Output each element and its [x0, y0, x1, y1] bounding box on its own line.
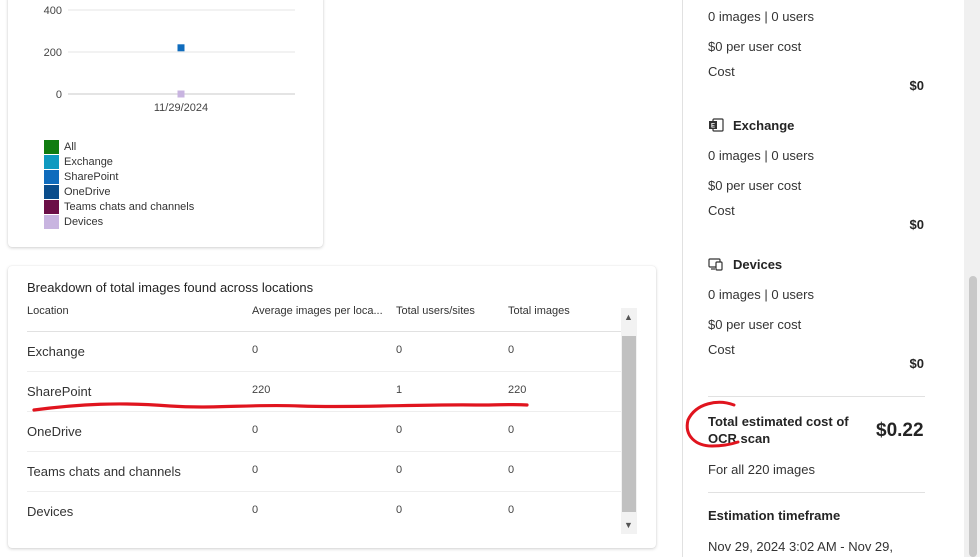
chart-legend: All Exchange SharePoint OneDrive Teams c… [44, 139, 194, 229]
y-tick-label: 200 [44, 47, 62, 59]
row-location: OneDrive [27, 424, 82, 439]
x-tick-label: 11/29/2024 [154, 102, 208, 114]
y-tick-label: 0 [56, 89, 62, 101]
legend-item-sharepoint[interactable]: SharePoint [44, 169, 194, 184]
legend-swatch [44, 214, 59, 229]
table-row[interactable]: Exchange 0 0 0 [27, 331, 621, 372]
page-scrollbar[interactable] [964, 0, 980, 557]
exchange-cost-value: $0 [909, 217, 924, 232]
legend-item-exchange[interactable]: Exchange [44, 154, 194, 169]
legend-swatch [44, 154, 59, 169]
top-location-cost-value: $0 [909, 78, 924, 93]
total-cost-label: Total estimated cost of OCR scan [708, 414, 849, 446]
devices-cost-value: $0 [909, 356, 924, 371]
total-cost-value: $0.22 [876, 420, 924, 441]
scroll-up-arrow-icon[interactable]: ▲ [624, 312, 633, 322]
section-divider [708, 492, 925, 493]
devices-per-user-cost: $0 per user cost [708, 317, 802, 332]
data-point-devices [177, 90, 185, 98]
section-divider [708, 396, 925, 397]
table-scroll-thumb[interactable] [622, 336, 636, 512]
table-title: Breakdown of total images found across l… [27, 280, 314, 295]
exchange-icon: E [709, 118, 724, 132]
row-location: Devices [27, 504, 74, 519]
legend-swatch [44, 139, 59, 154]
row-total-images: 0 [508, 424, 515, 436]
row-location: Exchange [27, 344, 85, 359]
devices-cost-label: Cost [708, 342, 735, 357]
row-average-images: 0 [252, 464, 259, 476]
row-location: SharePoint [27, 384, 92, 399]
legend-item-teams[interactable]: Teams chats and channels [44, 199, 194, 214]
devices-icon [708, 258, 723, 271]
legend-swatch [44, 184, 59, 199]
row-total-images: 0 [508, 344, 515, 356]
devices-title: Devices [733, 256, 783, 272]
row-total-users: 1 [396, 384, 403, 396]
svg-text:E: E [711, 124, 715, 130]
row-average-images: 0 [252, 344, 259, 356]
timeframe-title: Estimation timeframe [708, 508, 841, 523]
top-location-summary: 0 images | 0 users [708, 9, 814, 24]
row-total-users: 0 [396, 344, 403, 356]
exchange-cost-label: Cost [708, 203, 735, 218]
table-row[interactable]: SharePoint 220 1 220 [27, 371, 621, 412]
column-header-total-images[interactable]: Total images [508, 305, 570, 317]
row-total-users: 0 [396, 464, 403, 476]
column-header-total-users[interactable]: Total users/sites [396, 305, 475, 317]
y-tick-label: 400 [44, 5, 62, 17]
top-location-per-user-cost: $0 per user cost [708, 39, 802, 54]
page-scroll-thumb[interactable] [969, 276, 977, 557]
row-total-users: 0 [396, 424, 403, 436]
devices-summary: 0 images | 0 users [708, 287, 814, 302]
image-trend-chart-card: 0 200 400 11/29/2024 All Exchange SharePoin… [8, 0, 323, 247]
row-total-images: 220 [508, 384, 527, 396]
data-point-sharepoint [177, 44, 185, 52]
legend-item-devices[interactable]: Devices [44, 214, 194, 229]
column-header-location[interactable]: Location [27, 305, 69, 317]
exchange-title: Exchange [733, 117, 795, 133]
timeframe-value: Nov 29, 2024 3:02 AM - Nov 29, [708, 539, 893, 554]
legend-swatch [44, 199, 59, 214]
row-average-images: 0 [252, 424, 259, 436]
row-average-images: 0 [252, 504, 259, 516]
top-location-cost-label: Cost [708, 64, 735, 79]
table-row[interactable]: Devices 0 0 0 [27, 491, 621, 531]
image-trend-chart: 0 200 400 11/29/2024 [44, 5, 295, 114]
legend-item-all[interactable]: All [44, 139, 194, 154]
panel-divider [682, 0, 683, 557]
row-total-images: 0 [508, 504, 515, 516]
exchange-per-user-cost: $0 per user cost [708, 178, 802, 193]
legend-swatch [44, 169, 59, 184]
scroll-down-arrow-icon[interactable]: ▼ [624, 520, 633, 530]
table-scrollbar[interactable]: ▲ ▼ [621, 308, 637, 534]
row-average-images: 220 [252, 384, 271, 396]
row-total-users: 0 [396, 504, 403, 516]
table-row[interactable]: Teams chats and channels 0 0 0 [27, 451, 621, 492]
row-location: Teams chats and channels [27, 464, 181, 479]
exchange-section-header: E Exchange [708, 117, 794, 133]
table-row[interactable]: OneDrive 0 0 0 [27, 411, 621, 452]
total-cost-subtext: For all 220 images [708, 462, 815, 477]
column-header-average-images[interactable]: Average images per loca... [252, 305, 383, 317]
devices-section-header: Devices [708, 256, 782, 272]
locations-breakdown-card: Breakdown of total images found across l… [8, 266, 656, 548]
row-total-images: 0 [508, 464, 515, 476]
legend-item-onedrive[interactable]: OneDrive [44, 184, 194, 199]
exchange-summary: 0 images | 0 users [708, 148, 814, 163]
